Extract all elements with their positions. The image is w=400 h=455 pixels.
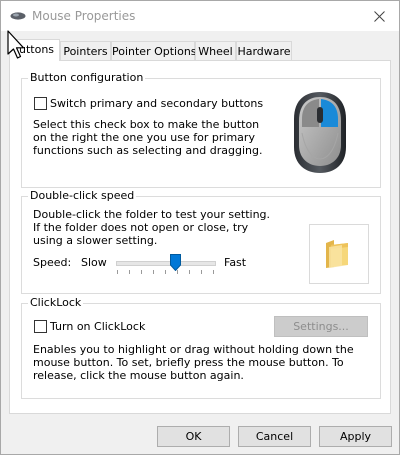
apply-button-label: Apply [339,430,372,443]
clicklock-label[interactable]: Turn on ClickLock [50,320,145,333]
clicklock-description: Enables you to highlight or drag without… [33,343,354,382]
tab-hardware-label: Hardware [237,45,291,58]
slider-tick [201,270,202,274]
button-configuration-group: Button configuration Switch primary and … [21,71,381,188]
tab-pointer-options[interactable]: Pointer Options [111,41,197,60]
double-click-speed-title: Double-click speed [28,189,137,202]
cancel-button[interactable]: Cancel [238,426,311,447]
close-button[interactable] [359,1,399,31]
close-icon [373,10,385,22]
speed-label: Speed: [33,256,72,269]
tab-hardware[interactable]: Hardware [236,41,292,60]
tab-wheel-label: Wheel [198,45,233,58]
tab-pointers[interactable]: Pointers [60,41,111,60]
clicklock-title: ClickLock [28,296,84,309]
mouse-properties-window: Mouse Properties uttons Pointers Pointer… [0,0,400,455]
ok-button-label: OK [185,430,202,443]
folder-icon[interactable] [324,239,350,269]
slow-label: Slow [81,256,107,269]
settings-button-label: Settings... [293,320,349,333]
arrow-cursor-icon [7,30,25,59]
tab-pointers-label: Pointers [63,45,108,58]
clicklock-settings-button[interactable]: Settings... [274,316,368,337]
double-click-speed-slider[interactable] [116,261,216,266]
switch-buttons-checkbox[interactable] [34,97,47,110]
tab-panel-buttons: Button configuration Switch primary and … [9,60,391,414]
slider-tick [213,270,214,274]
slider-tick [165,270,166,274]
slider-tick [129,270,130,274]
switch-buttons-label[interactable]: Switch primary and secondary buttons [50,97,263,110]
ok-button[interactable]: OK [157,426,230,447]
mouse-icon [10,12,26,20]
double-click-description: Double-click the folder to test your set… [33,208,271,247]
slider-tick [141,270,142,274]
button-configuration-title: Button configuration [28,71,146,84]
slider-tick [189,270,190,274]
fast-label: Fast [224,256,247,269]
double-click-speed-group: Double-click speed Double-click the fold… [21,189,381,294]
window-title: Mouse Properties [32,9,136,23]
slider-thumb[interactable] [169,254,181,271]
button-config-description: Select this check box to make the button… [33,118,263,157]
clicklock-group: ClickLock Turn on ClickLock Settings... … [21,296,381,399]
clicklock-checkbox[interactable] [34,320,47,333]
mouse-illustration [294,92,346,173]
slider-tick [117,270,118,274]
tab-pointer-options-label: Pointer Options [112,45,197,58]
tab-wheel[interactable]: Wheel [195,41,236,60]
title-bar: Mouse Properties [1,1,399,31]
test-folder-area[interactable] [309,224,369,284]
slider-tick [153,270,154,274]
apply-button[interactable]: Apply [319,426,392,447]
cancel-button-label: Cancel [255,430,294,443]
